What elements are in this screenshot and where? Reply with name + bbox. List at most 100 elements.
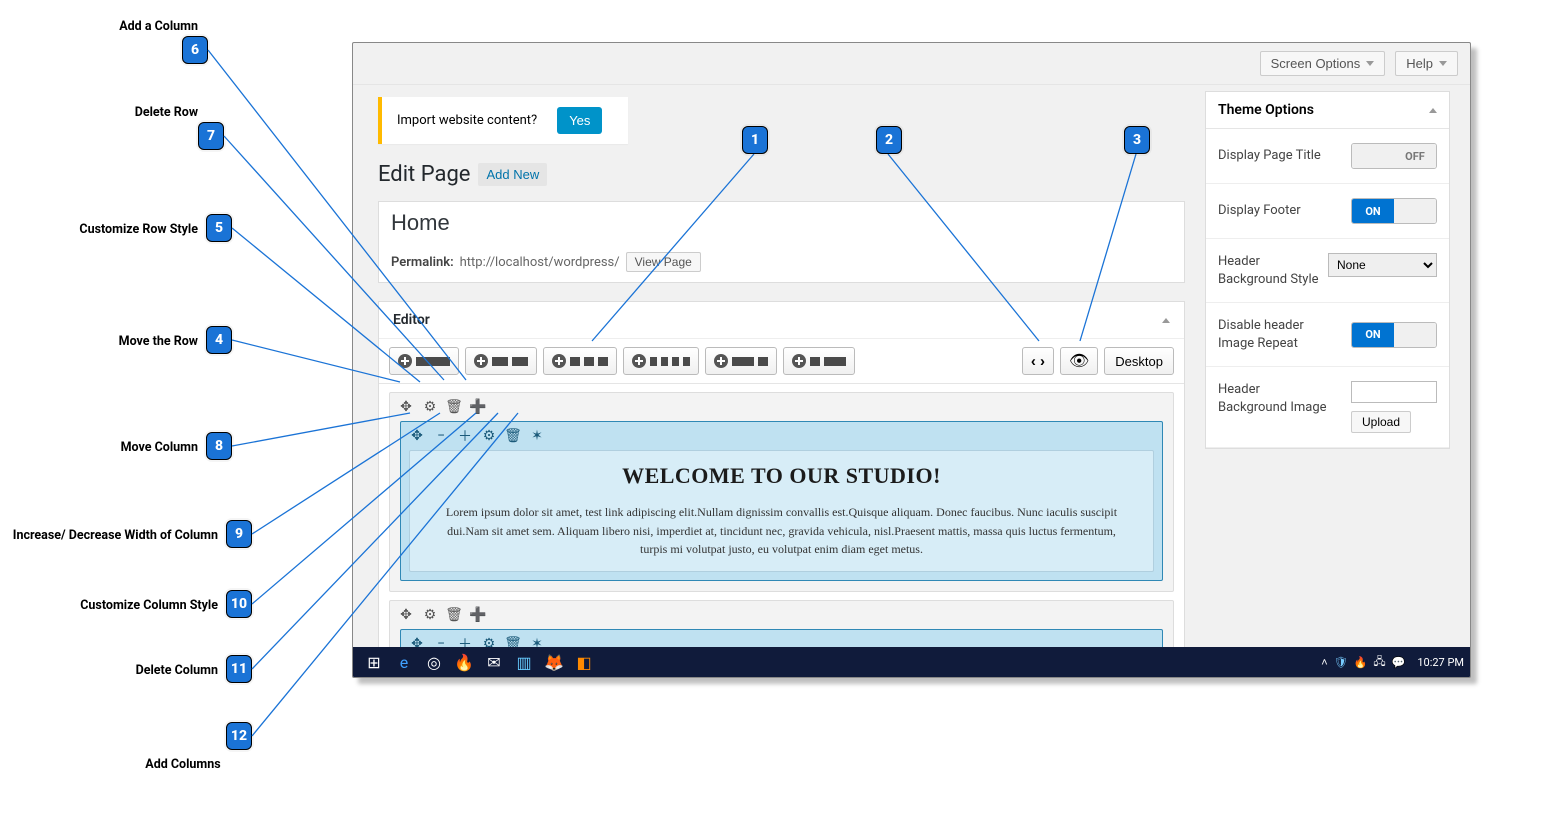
permalink-url: http://localhost/wordpress/ (460, 255, 620, 270)
import-notice: Import website content? Yes (378, 97, 628, 144)
callout-label-11: Delete Column (48, 663, 218, 678)
add-row-left-wide-button[interactable] (705, 347, 777, 375)
callout-label-10: Customize Column Style (48, 598, 218, 613)
page-title: Edit Page (378, 162, 470, 187)
row-controls: ✥ ⚙ 🗑 ➕ (390, 393, 1173, 421)
device-desktop-button[interactable]: Desktop (1104, 347, 1174, 375)
editor-panel: Editor (378, 301, 1185, 677)
callout-badge-5: 5 (206, 214, 232, 242)
tray-network-icon[interactable]: 🖧 (1373, 653, 1385, 672)
editor-panel-title: Editor (393, 312, 430, 328)
add-row-3col-button[interactable] (543, 347, 617, 375)
add-new-button[interactable]: Add New (478, 163, 547, 186)
toggle-display-footer[interactable]: ON (1351, 198, 1437, 224)
xampp-icon[interactable]: ◧ (569, 647, 599, 677)
import-yes-button[interactable]: Yes (557, 107, 602, 134)
opt-display-page-title: Display Page Title (1218, 147, 1321, 165)
plus-circle-icon (632, 354, 646, 368)
header-bg-image-field[interactable] (1351, 381, 1437, 403)
theme-options-title: Theme Options (1218, 102, 1314, 118)
callout-badge-7: 7 (198, 122, 224, 150)
toggle-display-page-title[interactable]: OFF (1351, 143, 1437, 169)
delete-row-icon[interactable]: 🗑 (446, 399, 462, 415)
row-settings-icon[interactable]: ⚙ (422, 607, 438, 623)
callout-label-9: Increase/ Decrease Width of Column (0, 528, 218, 543)
decrease-column-icon[interactable]: − (433, 428, 449, 444)
screen-options-label: Screen Options (1271, 56, 1361, 71)
chevron-up-icon[interactable] (1162, 318, 1170, 323)
callout-label-6: Add a Column (48, 19, 198, 34)
eye-icon: 👁 (1069, 351, 1089, 371)
add-row-right-wide-button[interactable] (783, 347, 855, 375)
select-header-bg-style[interactable]: None (1328, 253, 1437, 277)
import-notice-text: Import website content? (397, 113, 537, 128)
row-settings-icon[interactable]: ⚙ (422, 399, 438, 415)
view-page-button[interactable]: View Page (626, 252, 701, 272)
chevron-up-icon[interactable] (1429, 108, 1437, 113)
callout-label-8: Move Column (48, 440, 198, 455)
callout-label-12: Add Columns (118, 757, 248, 772)
delete-column-icon[interactable]: 🗑 (505, 428, 521, 444)
toggle-disable-header-img-repeat[interactable]: ON (1351, 322, 1437, 348)
side-column: Theme Options Display Page Title OFF Dis… (1205, 85, 1450, 677)
column-controls: ✥ − ＋ ⚙ 🗑 ✶ (401, 422, 1162, 450)
upload-button[interactable]: Upload (1351, 411, 1411, 433)
notepad-icon[interactable]: ▥ (509, 647, 539, 677)
permalink-row: Permalink: http://localhost/wordpress/ V… (379, 244, 1184, 282)
tray-flame-icon[interactable]: 🔥 (1354, 656, 1368, 669)
callout-label-7: Delete Row (48, 105, 198, 120)
builder-column: ✥ − ＋ ⚙ 🗑 ✶ WELCOME TO OUR STUDIO! Lorem… (400, 421, 1163, 581)
opt-header-bg-image: Header Background Image (1218, 381, 1328, 416)
add-column-icon[interactable]: ➕ (470, 607, 486, 623)
help-button[interactable]: Help (1395, 51, 1458, 76)
add-column-icon[interactable]: ➕ (470, 399, 486, 415)
chevron-down-icon (1439, 61, 1447, 66)
edge-icon[interactable]: e (389, 647, 419, 677)
tray-clock[interactable]: 10:27 PM (1417, 656, 1464, 669)
callout-badge-1: 1 (742, 126, 768, 154)
callout-badge-6: 6 (182, 36, 208, 64)
block-heading: WELCOME TO OUR STUDIO! (432, 463, 1131, 489)
add-row-2col-button[interactable] (465, 347, 537, 375)
move-row-icon[interactable]: ✥ (398, 399, 414, 415)
start-icon[interactable]: ⊞ (359, 647, 389, 677)
callout-badge-4: 4 (206, 326, 232, 354)
callout-label-5: Customize Row Style (48, 222, 198, 237)
preview-button[interactable]: 👁 (1060, 347, 1098, 375)
flame-icon[interactable]: 🔥 (449, 647, 479, 677)
add-row-1col-button[interactable] (389, 347, 459, 375)
mail-icon[interactable]: ✉ (479, 647, 509, 677)
tray-notifications-icon[interactable]: 💬 (1392, 656, 1406, 669)
screen-options-button[interactable]: Screen Options (1260, 51, 1386, 76)
move-column-icon[interactable]: ✥ (409, 428, 425, 444)
title-box: Permalink: http://localhost/wordpress/ V… (378, 201, 1185, 283)
firefox-icon[interactable]: 🦊 (539, 647, 569, 677)
meta-bar: Screen Options Help (353, 43, 1470, 85)
move-row-icon[interactable]: ✥ (398, 607, 414, 623)
add-row-4col-button[interactable] (623, 347, 699, 375)
delete-row-icon[interactable]: 🗑 (446, 607, 462, 623)
callout-badge-10: 10 (226, 590, 252, 618)
post-title-input[interactable] (379, 202, 1184, 244)
edit-source-button[interactable]: ‹ › (1022, 347, 1054, 375)
plus-circle-icon (398, 354, 412, 368)
callout-badge-11: 11 (226, 655, 252, 683)
opt-display-footer: Display Footer (1218, 202, 1301, 220)
chrome-icon[interactable]: ◎ (419, 647, 449, 677)
tray-chevron-up-icon[interactable]: ˄ (1321, 656, 1327, 669)
row-controls: ✥ ⚙ 🗑 ➕ (390, 601, 1173, 629)
callout-badge-12: 12 (226, 722, 252, 750)
help-label: Help (1406, 56, 1433, 71)
plus-circle-icon (714, 354, 728, 368)
code-icon: ‹ › (1031, 353, 1045, 370)
opt-header-bg-style: Header Background Style (1218, 253, 1328, 288)
block-body: Lorem ipsum dolor sit amet, test link ad… (432, 503, 1131, 559)
main-column: Import website content? Yes Edit Page Ad… (378, 85, 1185, 677)
column-settings-icon[interactable]: ⚙ (481, 428, 497, 444)
column-content[interactable]: WELCOME TO OUR STUDIO! Lorem ipsum dolor… (409, 450, 1154, 572)
add-columns-icon[interactable]: ✶ (529, 428, 545, 444)
increase-column-icon[interactable]: ＋ (457, 428, 473, 444)
plus-circle-icon (474, 354, 488, 368)
tray-security-icon[interactable]: 🛡 (1334, 656, 1348, 669)
opt-disable-header-img-repeat: Disable header Image Repeat (1218, 317, 1328, 352)
